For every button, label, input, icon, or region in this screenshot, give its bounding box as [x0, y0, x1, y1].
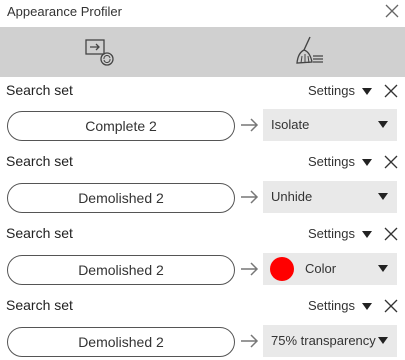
search-set-row: Demolished 2 75% transparency: [0, 324, 405, 360]
search-set-header: Search set Settings: [0, 79, 405, 103]
import-export-icon: [85, 39, 114, 66]
clear-button[interactable]: [292, 35, 324, 67]
import-export-button[interactable]: [83, 35, 115, 67]
remove-row-icon[interactable]: [384, 299, 398, 313]
color-swatch[interactable]: [270, 257, 294, 281]
arrow-right-icon: [241, 190, 259, 204]
window-title: Appearance Profiler: [7, 4, 122, 19]
settings-chevron-down-icon[interactable]: [362, 231, 372, 238]
toolbar: [0, 27, 405, 77]
chevron-down-icon: [378, 265, 388, 272]
settings-chevron-down-icon[interactable]: [362, 303, 372, 310]
arrow-right-icon: [241, 118, 259, 132]
close-icon[interactable]: [384, 3, 400, 19]
action-select[interactable]: Isolate: [263, 109, 397, 141]
arrow-right-icon: [241, 262, 259, 276]
search-set-row: Demolished 2 Unhide: [0, 180, 405, 216]
search-set-header: Search set Settings: [0, 294, 405, 318]
action-select[interactable]: 75% transparency: [263, 325, 397, 357]
remove-row-icon[interactable]: [384, 84, 398, 98]
settings-dropdown[interactable]: Settings: [308, 298, 355, 313]
search-set-label: Search set: [6, 82, 73, 98]
search-set-header: Search set Settings: [0, 222, 405, 246]
search-set-label: Search set: [6, 153, 73, 169]
action-select[interactable]: Color: [263, 253, 397, 285]
search-set-selector[interactable]: Demolished 2: [7, 327, 235, 357]
search-set-label: Search set: [6, 225, 73, 241]
action-value: Color: [305, 261, 337, 276]
settings-dropdown[interactable]: Settings: [308, 83, 355, 98]
action-select[interactable]: Unhide: [263, 181, 397, 213]
search-set-row: Complete 2 Isolate: [0, 108, 405, 144]
settings-chevron-down-icon[interactable]: [362, 159, 372, 166]
search-set-selector[interactable]: Complete 2: [7, 111, 235, 141]
search-set-selector[interactable]: Demolished 2: [7, 255, 235, 285]
search-set-label: Search set: [6, 297, 73, 313]
settings-dropdown[interactable]: Settings: [308, 226, 355, 241]
settings-dropdown[interactable]: Settings: [308, 154, 355, 169]
broom-clear-icon: [296, 36, 323, 64]
title-bar: Appearance Profiler: [0, 0, 405, 27]
search-set-header: Search set Settings: [0, 150, 405, 174]
remove-row-icon[interactable]: [384, 227, 398, 241]
remove-row-icon[interactable]: [384, 155, 398, 169]
search-set-row: Demolished 2 Color: [0, 252, 405, 288]
action-value: Unhide: [271, 189, 313, 204]
chevron-down-icon: [378, 337, 388, 344]
chevron-down-icon: [378, 193, 388, 200]
action-value: 75% transparency: [271, 333, 376, 348]
settings-chevron-down-icon[interactable]: [362, 88, 372, 95]
action-value: Isolate: [271, 117, 310, 132]
chevron-down-icon: [378, 121, 388, 128]
search-set-selector[interactable]: Demolished 2: [7, 183, 235, 213]
arrow-right-icon: [241, 334, 259, 348]
